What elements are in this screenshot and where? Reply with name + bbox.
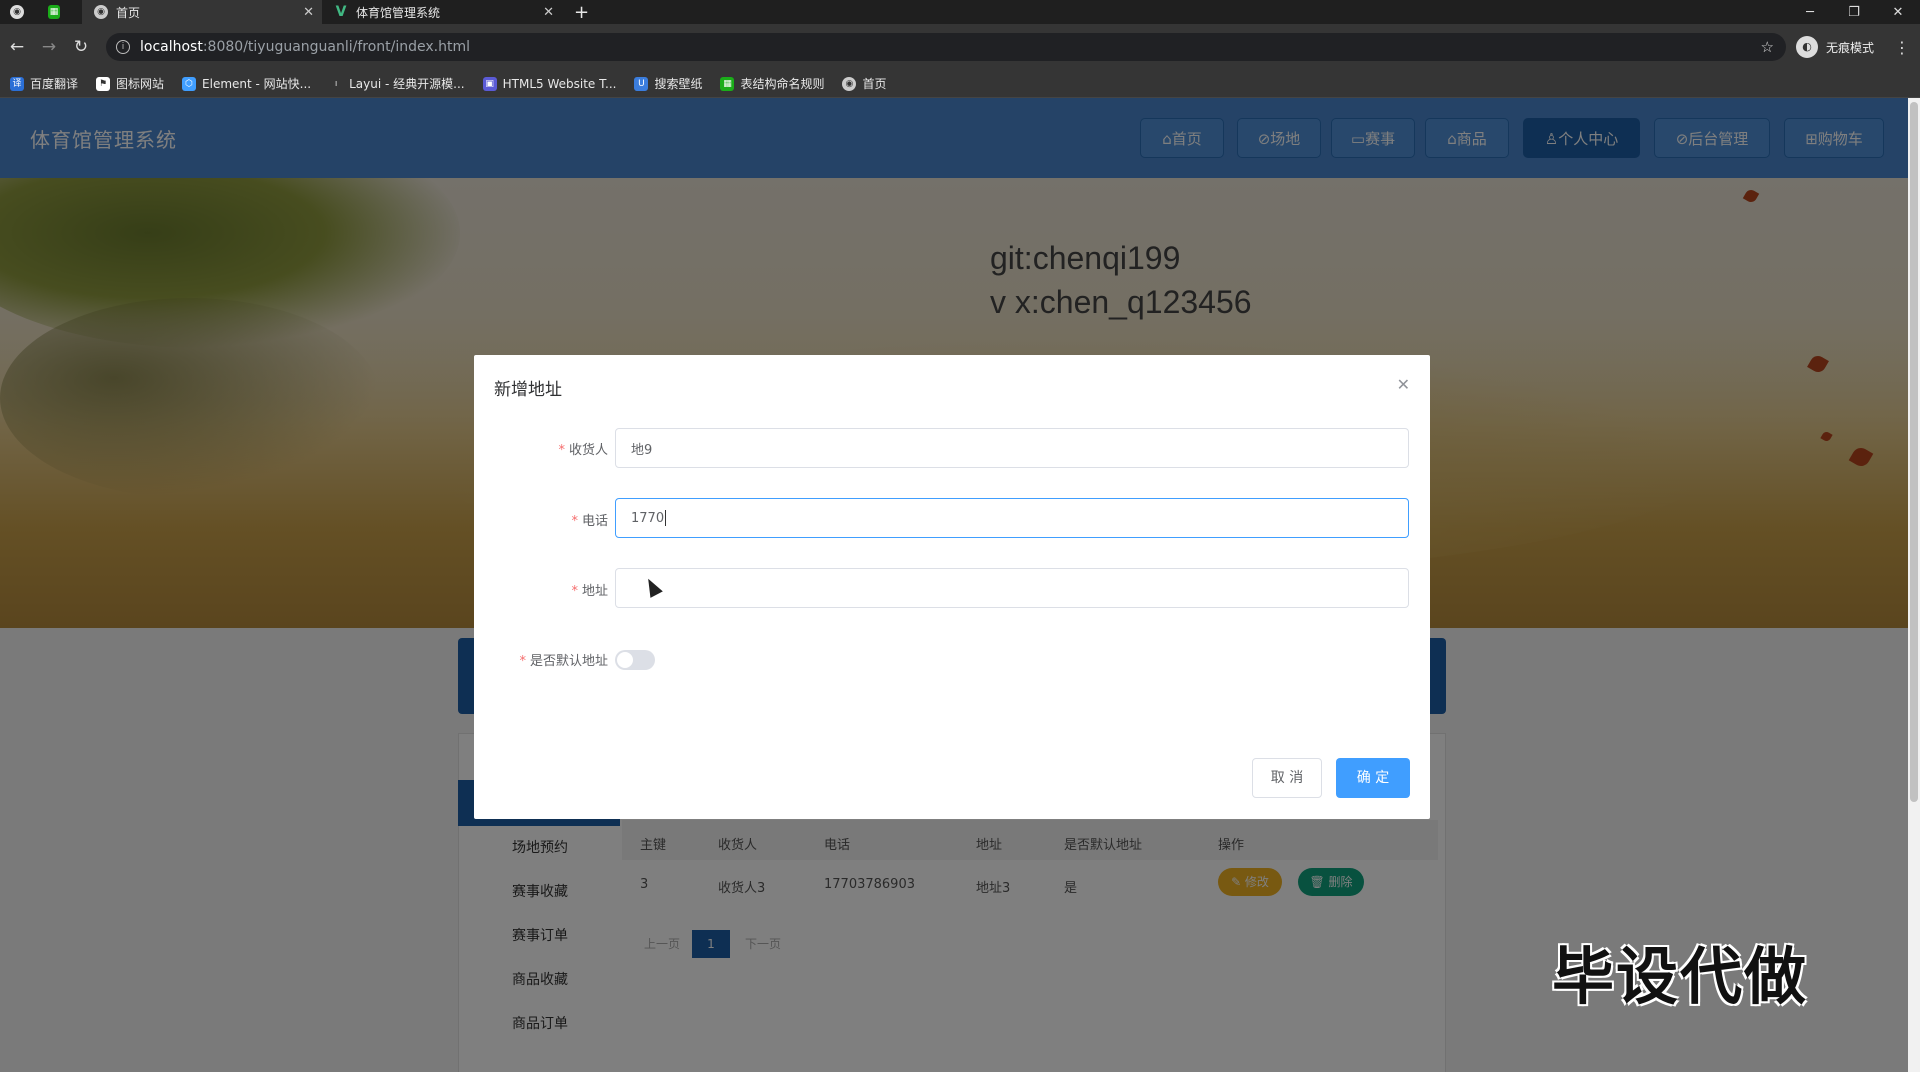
close-icon[interactable]: ✕ xyxy=(1397,375,1410,394)
add-address-dialog: 新增地址 ✕ * 收货人 地9 * 电话 1770 * 地址 * 是否默认地址 取 消 … xyxy=(474,355,1430,819)
incognito-icon: ◐ xyxy=(1796,36,1818,58)
bookmark-item[interactable]: 译百度翻译 xyxy=(10,75,78,92)
pinned-tab[interactable]: ▦ xyxy=(48,0,68,24)
minimize-icon[interactable]: ─ xyxy=(1788,0,1832,24)
bookmark-item[interactable]: ◉ 首页 xyxy=(842,75,887,92)
bookmark-item[interactable]: U 搜索壁纸 xyxy=(634,75,702,92)
element-icon: ⬡ xyxy=(182,76,197,91)
globe-icon: ◉ xyxy=(10,5,24,19)
browser-tab-bar: ◉ ▦ ◉ 首页 ✕ V 体育馆管理系统 ✕ + ─ ❐ ✕ xyxy=(0,0,1920,24)
star-icon[interactable]: ☆ xyxy=(1761,38,1774,56)
tab-title: 首页 xyxy=(116,5,141,20)
cancel-button[interactable]: 取 消 xyxy=(1252,758,1322,798)
page-scrollbar[interactable] xyxy=(1908,98,1920,1072)
html5-icon: ▣ xyxy=(482,76,497,91)
globe-icon: ◉ xyxy=(94,5,108,19)
vue-icon: V xyxy=(335,4,347,20)
close-tab-icon[interactable]: ✕ xyxy=(543,5,554,20)
sheet-icon: ▦ xyxy=(720,76,735,91)
dialog-title: 新增地址 xyxy=(494,380,562,400)
url-field[interactable]: i localhost :8080/tiyuguanguanli/front/i… xyxy=(106,33,1786,61)
globe-icon: ◉ xyxy=(842,76,857,91)
restore-icon[interactable]: ❐ xyxy=(1832,0,1876,24)
more-menu-icon[interactable]: ⋮ xyxy=(1894,38,1910,57)
plus-icon[interactable]: + xyxy=(574,0,594,24)
bookmarks-bar: 译百度翻译 ⚑ 图标网站 ⬡ Element - 网站快... ı Layui - 经… xyxy=(0,70,1920,98)
bookmark-item[interactable]: ı Layui - 经典开源模... xyxy=(329,75,465,92)
bookmark-item[interactable]: ⚑ 图标网站 xyxy=(96,75,164,92)
reload-icon[interactable]: ↻ xyxy=(70,36,92,58)
tab-title: 体育馆管理系统 xyxy=(356,5,441,20)
phone-label: * 电话 xyxy=(571,514,608,529)
flag-icon: ⚑ xyxy=(96,76,111,91)
bookmark-item[interactable]: ▦ 表结构命名规则 xyxy=(720,75,824,92)
forward-icon[interactable]: → xyxy=(38,36,60,58)
consignee-input[interactable]: 地9 xyxy=(615,428,1409,468)
back-icon[interactable]: ← xyxy=(6,36,28,58)
info-icon[interactable]: i xyxy=(116,40,130,54)
url-host: localhost xyxy=(140,39,203,55)
layui-icon: ı xyxy=(334,78,338,89)
address-input[interactable] xyxy=(615,568,1409,608)
close-window-icon[interactable]: ✕ xyxy=(1876,0,1920,24)
phone-input[interactable]: 1770 xyxy=(615,498,1409,538)
switch-knob xyxy=(617,652,633,668)
text-caret xyxy=(665,510,667,526)
scrollbar-thumb[interactable] xyxy=(1910,102,1918,802)
browser-menu-icon[interactable]: ◉ xyxy=(10,0,38,24)
url-path: :8080/tiyuguanguanli/front/index.html xyxy=(202,39,471,55)
address-bar: ← → ↻ i localhost :8080/tiyuguanguanli/f… xyxy=(0,24,1920,70)
default-address-switch[interactable] xyxy=(615,650,655,670)
wallpaper-icon: U xyxy=(634,76,649,91)
translate-icon: 译 xyxy=(10,76,24,91)
default-address-label: * 是否默认地址 xyxy=(519,654,608,669)
watermark-text: 毕设代做 xyxy=(1552,940,1809,1013)
profile-label: 无痕模式 xyxy=(1826,40,1875,55)
address-label: * 地址 xyxy=(571,584,608,599)
bookmark-item[interactable]: ⬡ Element - 网站快... xyxy=(182,75,311,92)
close-tab-icon[interactable]: ✕ xyxy=(303,5,314,20)
bookmark-item[interactable]: ▣ HTML5 Website T... xyxy=(482,76,616,91)
page-viewport: 体育馆管理系统 ⌂首页 ⊘场地 ▭赛事 ⌂商品 ♙个人中心 ⊘后台管理 ⊞购物车… xyxy=(0,98,1908,1072)
app-icon: ▦ xyxy=(48,5,60,19)
consignee-label: * 收货人 xyxy=(558,443,608,458)
tab-home[interactable]: ◉ 首页 ✕ xyxy=(82,0,322,24)
tab-system[interactable]: V 体育馆管理系统 ✕ xyxy=(322,0,562,24)
profile-button[interactable]: ◐ 无痕模式 xyxy=(1796,36,1874,58)
confirm-button[interactable]: 确 定 xyxy=(1336,758,1410,798)
